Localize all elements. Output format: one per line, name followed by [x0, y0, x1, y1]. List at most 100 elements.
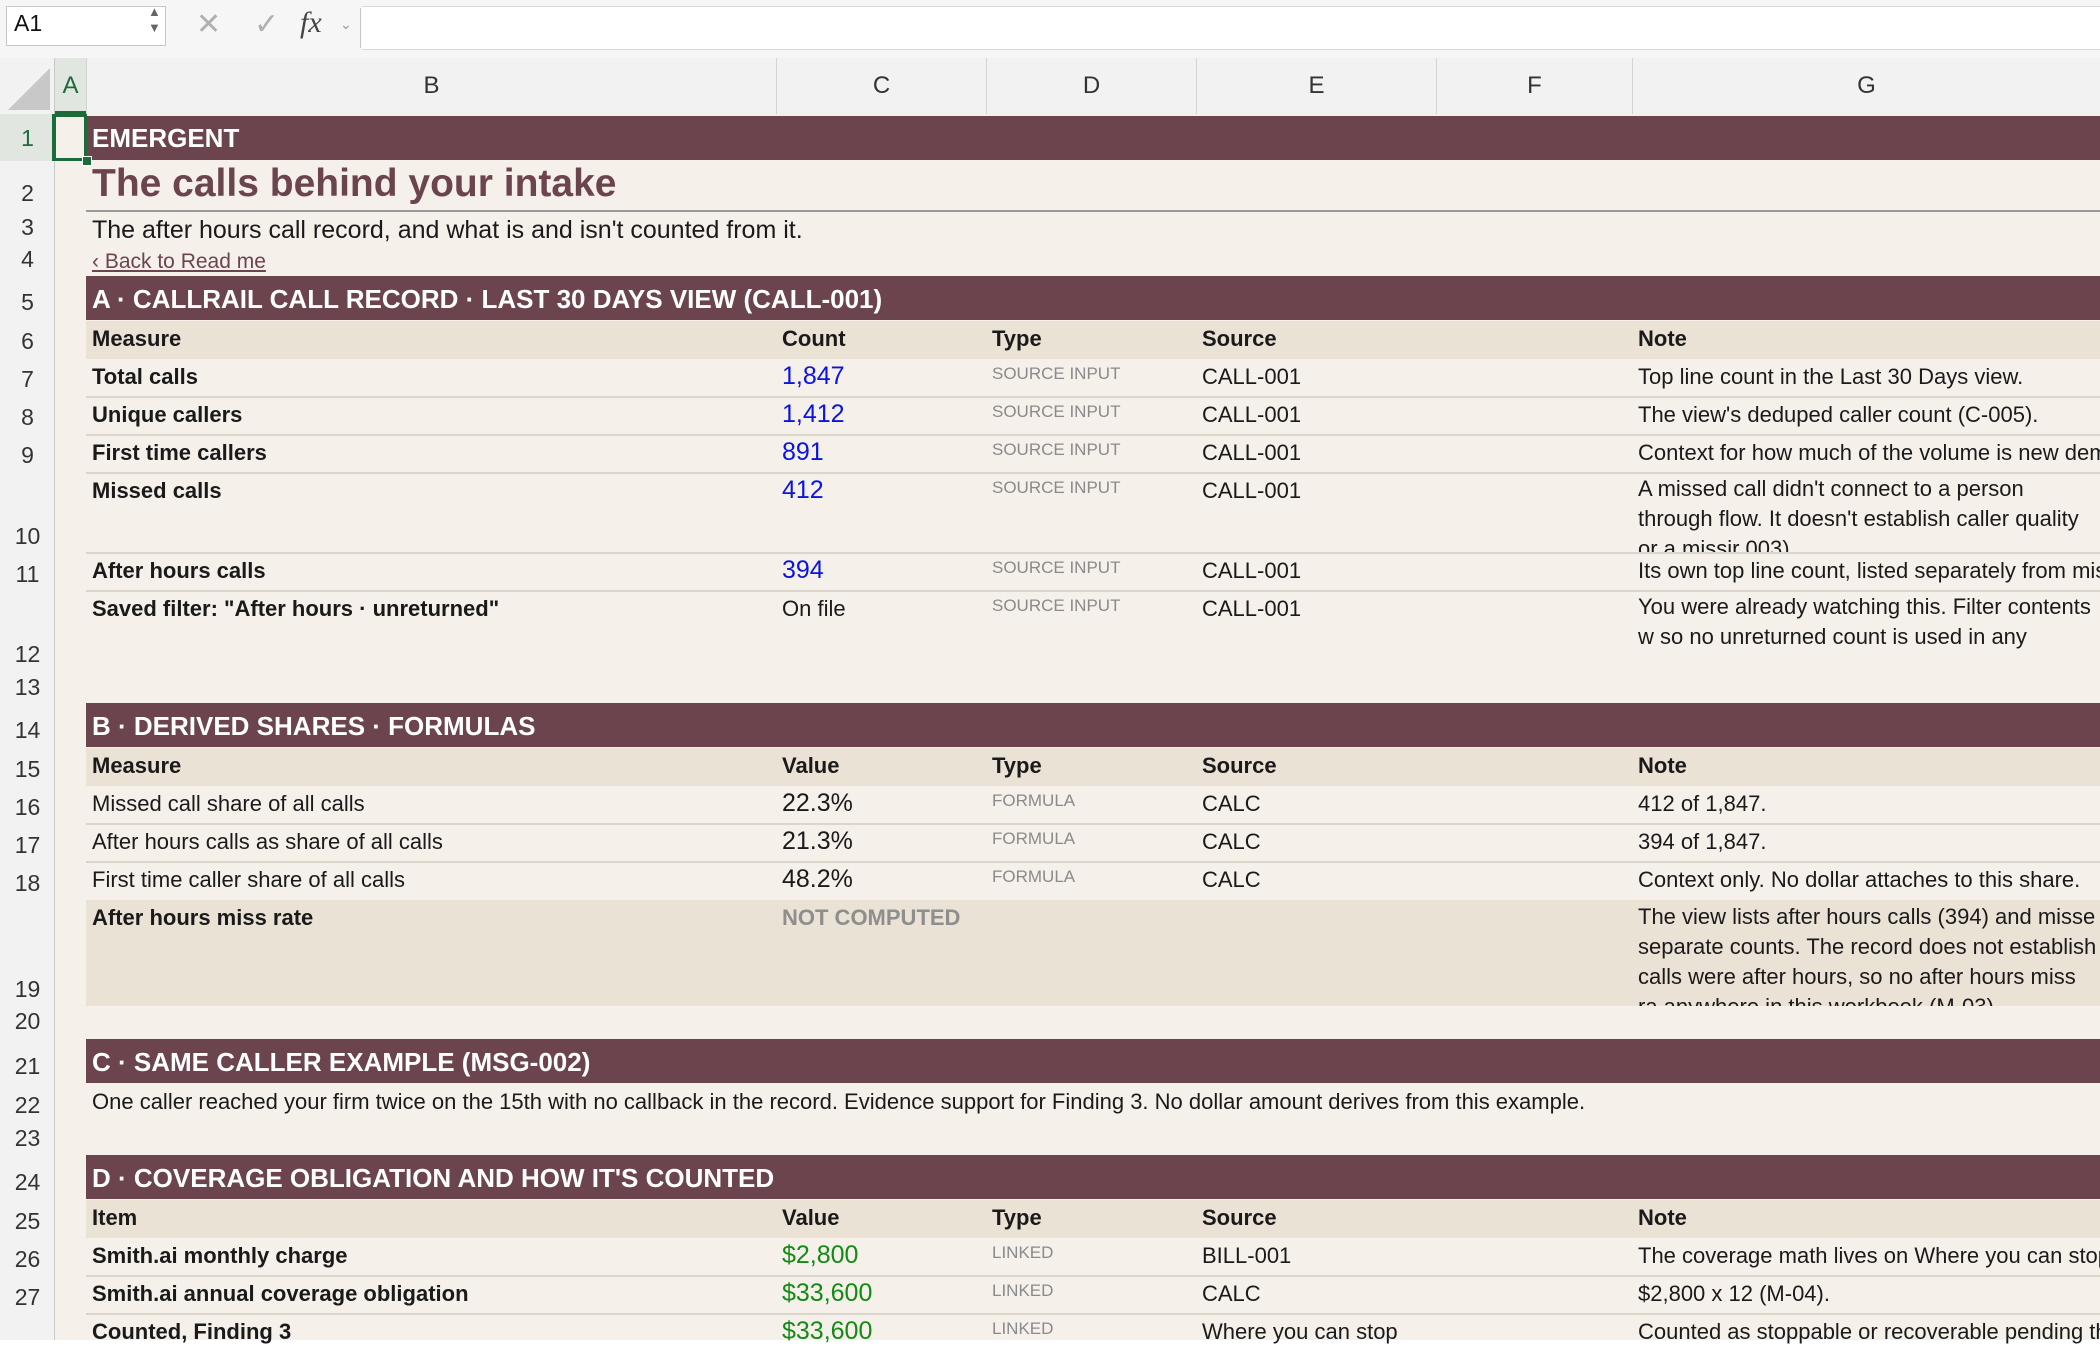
col-header-type: Type [992, 753, 1042, 778]
chevron-down-icon[interactable]: ⌄ [340, 16, 352, 33]
table-row-type: SOURCE INPUT [992, 402, 1121, 421]
select-all-icon [8, 68, 50, 110]
table-row-measure: Unique callers [92, 402, 243, 427]
row-header[interactable]: 16 [0, 794, 55, 821]
row-header[interactable]: 4 [0, 246, 55, 273]
table-row-measure: Saved filter: "After hours · unreturned" [92, 596, 500, 621]
table-row-value[interactable]: $33,600 [782, 1317, 872, 1346]
row-header[interactable]: 25 [0, 1208, 55, 1235]
column-header-g[interactable]: G [1633, 58, 2100, 114]
row-header[interactable]: 15 [0, 756, 55, 783]
row-header[interactable]: 27 [0, 1284, 55, 1311]
table-row-measure: First time caller share of all calls [92, 867, 405, 892]
row-header[interactable]: 20 [0, 1008, 55, 1035]
table-row-measure: Missed calls [92, 478, 222, 503]
column-header-d[interactable]: D [987, 58, 1197, 114]
table-row-source: CALL-001 [1202, 558, 1302, 583]
table-row-source: CALC [1202, 1281, 1261, 1306]
table-row-source: CALC [1202, 829, 1261, 854]
column-header-b[interactable]: B [87, 58, 777, 114]
row-header[interactable]: 26 [0, 1246, 55, 1273]
table-row-value[interactable]: 21.3% [782, 827, 853, 856]
table-row-type: SOURCE INPUT [992, 364, 1121, 383]
table-row-measure: Missed call share of all calls [92, 791, 365, 816]
row-header[interactable]: 11 [0, 561, 55, 588]
table-row-note: You were already watching this. Filter c… [1638, 594, 2091, 649]
back-to-readme-link[interactable]: ‹ Back to Read me [92, 250, 266, 274]
page-subtitle: The after hours call record, and what is… [92, 216, 803, 244]
selected-cell-a1[interactable] [53, 114, 87, 161]
row-divider [86, 1313, 2100, 1315]
row-header[interactable]: 10 [0, 523, 55, 550]
column-header-e[interactable]: E [1197, 58, 1437, 114]
row-header[interactable]: 14 [0, 717, 55, 744]
row-header[interactable]: 22 [0, 1092, 55, 1119]
table-row-note: The coverage math lives on Where you can… [1638, 1243, 2100, 1268]
table-row-note: Counted as stoppable or recoverable pend… [1638, 1319, 2100, 1344]
table-row-count[interactable]: 1,847 [782, 362, 845, 391]
col-header-source: Source [1202, 326, 1277, 351]
col-header-type: Type [992, 1205, 1042, 1230]
table-row-count[interactable]: 891 [782, 438, 824, 467]
row-header[interactable]: 8 [0, 404, 55, 431]
row-divider [86, 434, 2100, 436]
table-row-count[interactable]: 1,412 [782, 400, 845, 429]
table-row-type: LINKED [992, 1281, 1054, 1300]
formula-separator [360, 8, 361, 48]
table-row-note: A missed call didn't connect to a person… [1638, 476, 2079, 552]
name-box-spinner-icon[interactable]: ▲ ▼ [148, 4, 161, 36]
row-header[interactable]: 2 [0, 180, 55, 207]
table-row-count[interactable]: 394 [782, 556, 824, 585]
row-header[interactable]: 9 [0, 442, 55, 469]
table-row-count: On file [782, 596, 846, 621]
confirm-icon[interactable]: ✓ [254, 7, 279, 42]
cancel-icon[interactable]: ✕ [196, 7, 221, 42]
table-row-measure: First time callers [92, 440, 267, 465]
table-row-note: 412 of 1,847. [1638, 791, 1767, 816]
row-header[interactable]: 19 [0, 976, 55, 1003]
table-row-note: Context for how much of the volume is ne… [1638, 440, 2100, 465]
table-row-note: The view's deduped caller count (C-005). [1638, 402, 2039, 427]
column-header-c[interactable]: C [777, 58, 987, 114]
table-row-item: Counted, Finding 3 [92, 1319, 292, 1344]
title-divider [86, 210, 2100, 212]
table-row-source: CALL-001 [1202, 596, 1302, 621]
table-row-value[interactable]: 22.3% [782, 789, 853, 818]
table-row-value[interactable]: $33,600 [782, 1279, 872, 1308]
section-d-title: D · COVERAGE OBLIGATION AND HOW IT'S COU… [92, 1163, 775, 1193]
table-row-count[interactable]: 412 [782, 476, 824, 505]
row-divider [86, 861, 2100, 863]
table-row-note: Context only. No dollar attaches to this… [1638, 867, 2081, 892]
table-row-note: $2,800 x 12 (M-04). [1638, 1281, 1830, 1306]
column-header-f[interactable]: F [1437, 58, 1633, 114]
row-header[interactable]: 3 [0, 214, 55, 241]
table-row-type: LINKED [992, 1319, 1054, 1338]
col-header-item: Item [92, 1205, 138, 1230]
table-row-note: Its own top line count, listed separatel… [1638, 558, 2100, 583]
table-row-type: LINKED [992, 1243, 1054, 1262]
row-header[interactable]: 6 [0, 328, 55, 355]
section-a-title: A · CALLRAIL CALL RECORD · LAST 30 DAYS … [92, 284, 883, 314]
fill-handle[interactable] [82, 156, 92, 166]
table-row-value[interactable]: 48.2% [782, 865, 853, 894]
table-row-value[interactable]: $2,800 [782, 1241, 858, 1270]
table-row-source: CALC [1202, 791, 1261, 816]
formula-input[interactable] [362, 6, 2100, 50]
section-b-title: B · DERIVED SHARES · FORMULAS [92, 711, 536, 741]
function-icon[interactable]: fx [300, 6, 322, 40]
row-header[interactable]: 17 [0, 832, 55, 859]
row-header[interactable]: 18 [0, 870, 55, 897]
row-header[interactable]: 21 [0, 1053, 55, 1080]
row-header[interactable]: 5 [0, 289, 55, 316]
row-divider [86, 552, 2100, 554]
table-row-source: CALL-001 [1202, 364, 1302, 389]
row-header[interactable]: 13 [0, 674, 55, 701]
section-c-text: One caller reached your firm twice on th… [92, 1089, 1586, 1114]
row-header[interactable]: 7 [0, 366, 55, 393]
row-header[interactable]: 12 [0, 641, 55, 668]
row-header[interactable]: 1 [0, 125, 55, 152]
table-row-item: Smith.ai monthly charge [92, 1243, 348, 1268]
row-header[interactable]: 24 [0, 1169, 55, 1196]
column-header-a[interactable]: A [55, 58, 87, 114]
row-header[interactable]: 23 [0, 1125, 55, 1152]
